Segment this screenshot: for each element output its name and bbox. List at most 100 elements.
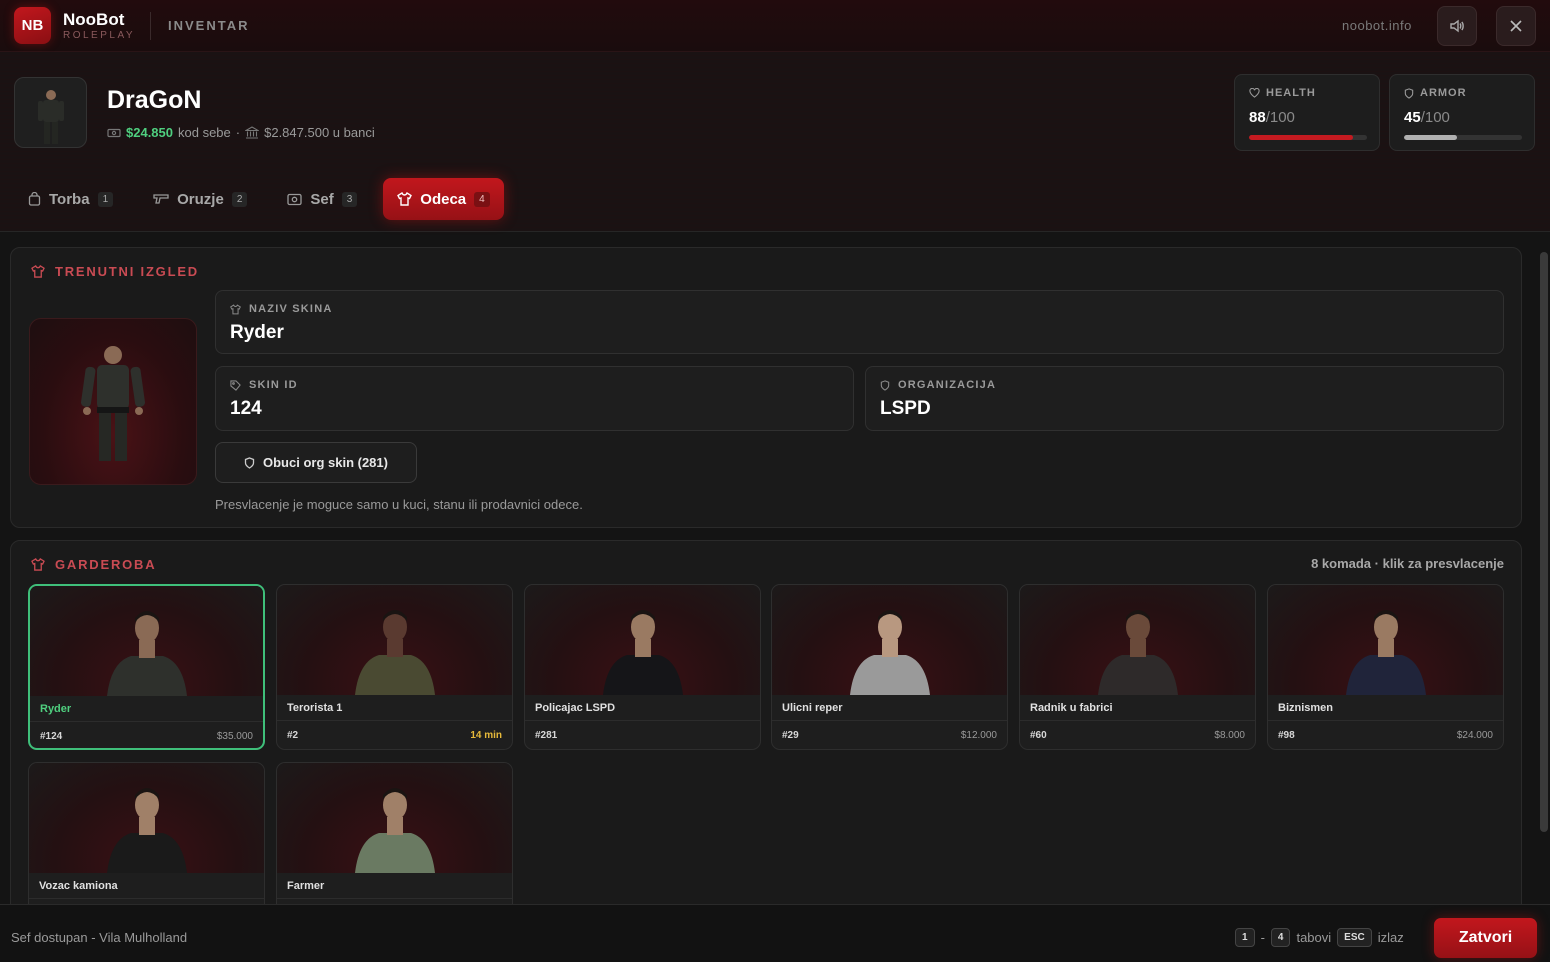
skin-card-divider xyxy=(1020,720,1255,721)
skin-card-price: $8.000 xyxy=(1214,730,1245,741)
close-window-button[interactable] xyxy=(1496,6,1536,46)
tab-oruzje[interactable]: Oruzje 2 xyxy=(139,178,261,220)
skin-thumbnail xyxy=(29,763,264,873)
money-separator: · xyxy=(235,125,241,140)
skin-card-divider xyxy=(772,720,1007,721)
exit-hint: izlaz xyxy=(1377,930,1404,945)
scrollbar[interactable] xyxy=(1540,240,1548,900)
shield-icon xyxy=(1404,87,1414,99)
health-label-row: HEALTH xyxy=(1249,87,1316,99)
safe-status: Sef dostupan - Vila Mulholland xyxy=(11,930,188,945)
site-link[interactable]: noobot.info xyxy=(1342,18,1412,33)
skin-card-price: $24.000 xyxy=(1456,730,1493,741)
skin-card-id: #2 xyxy=(287,730,299,741)
brand-divider xyxy=(150,12,151,40)
current-skin-preview xyxy=(29,318,197,485)
skin-card-name: Terorista 1 xyxy=(287,702,343,714)
skin-card-name: Ulicni reper xyxy=(782,702,843,714)
skin-card-divider xyxy=(277,898,512,899)
health-bar xyxy=(1249,135,1367,140)
wardrobe-skin-card[interactable]: Terorista 1 #2 14 min xyxy=(276,584,513,750)
wardrobe-skin-card[interactable]: Radnik u fabrici #60 $8.000 xyxy=(1019,584,1256,750)
skin-card-price: $35.000 xyxy=(216,731,253,742)
skin-card-id: #124 xyxy=(40,731,63,742)
shield-icon xyxy=(244,456,255,469)
shield-icon xyxy=(880,379,890,391)
skin-card-name: Policajac LSPD xyxy=(535,702,616,714)
wear-org-skin-button[interactable]: Obuci org skin (281) xyxy=(215,442,417,483)
tab-label: Oruzje xyxy=(177,190,224,208)
organization-value: LSPD xyxy=(880,398,931,419)
gun-icon xyxy=(153,193,169,205)
footer-bar: Sef dostupan - Vila Mulholland 1 - 4 tab… xyxy=(0,904,1550,962)
brand-name: NooBot xyxy=(63,10,125,29)
skin-name-label-row: NAZIV SKINA xyxy=(230,303,332,315)
skin-card-divider xyxy=(1268,720,1503,721)
shirt-icon xyxy=(230,303,241,315)
skin-card-divider xyxy=(30,721,263,722)
key-4: 4 xyxy=(1270,928,1291,947)
organization-label-row: ORGANIZACIJA xyxy=(880,379,996,391)
tab-label: Torba xyxy=(49,190,90,208)
wardrobe-title: GARDEROBA xyxy=(31,557,156,572)
key-esc: ESC xyxy=(1337,928,1372,947)
tab-hotkey: 3 xyxy=(341,191,358,207)
tab-hotkey: 2 xyxy=(231,191,248,207)
tabs-hint: tabovi xyxy=(1296,930,1332,945)
skin-thumbnail xyxy=(525,585,760,695)
skin-id-field: SKIN ID 124 xyxy=(215,366,854,431)
bank-balance: $2.847.500 u banci xyxy=(264,125,375,140)
tab-torba[interactable]: Torba 1 xyxy=(14,178,127,220)
skin-thumbnail xyxy=(1020,585,1255,695)
skin-thumbnail xyxy=(772,585,1007,695)
skin-card-divider xyxy=(277,720,512,721)
wardrobe-skin-card[interactable]: Policajac LSPD #281 xyxy=(524,584,761,750)
wardrobe-skin-card[interactable]: Ryder #124 $35.000 xyxy=(28,584,265,750)
skin-id-value: 124 xyxy=(230,398,262,419)
shirt-icon xyxy=(31,265,45,278)
skin-name-field: NAZIV SKINA Ryder xyxy=(215,290,1504,354)
close-button[interactable]: Zatvori xyxy=(1434,918,1537,958)
wardrobe-skin-card[interactable]: Ulicni reper #29 $12.000 xyxy=(771,584,1008,750)
health-card: HEALTH 88/100 xyxy=(1234,74,1380,151)
speaker-icon xyxy=(1449,18,1465,34)
wardrobe-skin-card[interactable]: Biznismen #98 $24.000 xyxy=(1267,584,1504,750)
wear-org-skin-label: Obuci org skin (281) xyxy=(263,455,388,470)
key-dash: - xyxy=(1260,930,1265,945)
health-label: HEALTH xyxy=(1266,87,1316,99)
shirt-icon xyxy=(397,192,413,206)
tab-sef[interactable]: Sef 3 xyxy=(273,178,371,220)
skin-card-divider xyxy=(29,898,264,899)
tab-label: Odeca xyxy=(420,190,467,208)
skin-card-id: #281 xyxy=(535,730,558,741)
heart-icon xyxy=(1249,88,1260,98)
wardrobe-panel: GARDEROBA 8 komada · klik za presvlacenj… xyxy=(10,540,1522,928)
bag-icon xyxy=(28,192,41,206)
armor-label-row: ARMOR xyxy=(1404,87,1467,99)
cash-amount: $24.850 xyxy=(126,125,173,140)
inventory-tabs: Torba 1 Oruzje 2 Sef 3 Odeca 4 xyxy=(14,178,516,220)
skin-thumbnail xyxy=(1268,585,1503,695)
armor-bar xyxy=(1404,135,1522,140)
skin-card-name: Farmer xyxy=(287,880,325,892)
skin-card-name: Radnik u fabrici xyxy=(1030,702,1113,714)
organization-field: ORGANIZACIJA LSPD xyxy=(865,366,1504,431)
sound-button[interactable] xyxy=(1437,6,1477,46)
armor-value: 45/100 xyxy=(1404,109,1450,126)
armor-bar-fill xyxy=(1404,135,1458,140)
skin-card-price: $12.000 xyxy=(960,730,997,741)
scrollbar-thumb[interactable] xyxy=(1540,252,1548,832)
tab-odeca[interactable]: Odeca 4 xyxy=(383,178,504,220)
key-1: 1 xyxy=(1235,928,1255,947)
skin-id-label-row: SKIN ID xyxy=(230,379,298,391)
armor-label: ARMOR xyxy=(1420,87,1467,99)
module-title: INVENTAR xyxy=(168,18,250,33)
current-look-title: TRENUTNI IZGLED xyxy=(31,264,199,279)
dress-hint: Presvlacenje je moguce samo u kuci, stan… xyxy=(215,497,583,512)
health-value: 88/100 xyxy=(1249,109,1295,126)
wardrobe-count: 8 komada · klik za presvlacenje xyxy=(1311,556,1504,571)
skin-card-id: #98 xyxy=(1278,730,1295,741)
armor-card: ARMOR 45/100 xyxy=(1389,74,1535,151)
health-bar-fill xyxy=(1249,135,1353,140)
bank-icon xyxy=(245,126,260,139)
